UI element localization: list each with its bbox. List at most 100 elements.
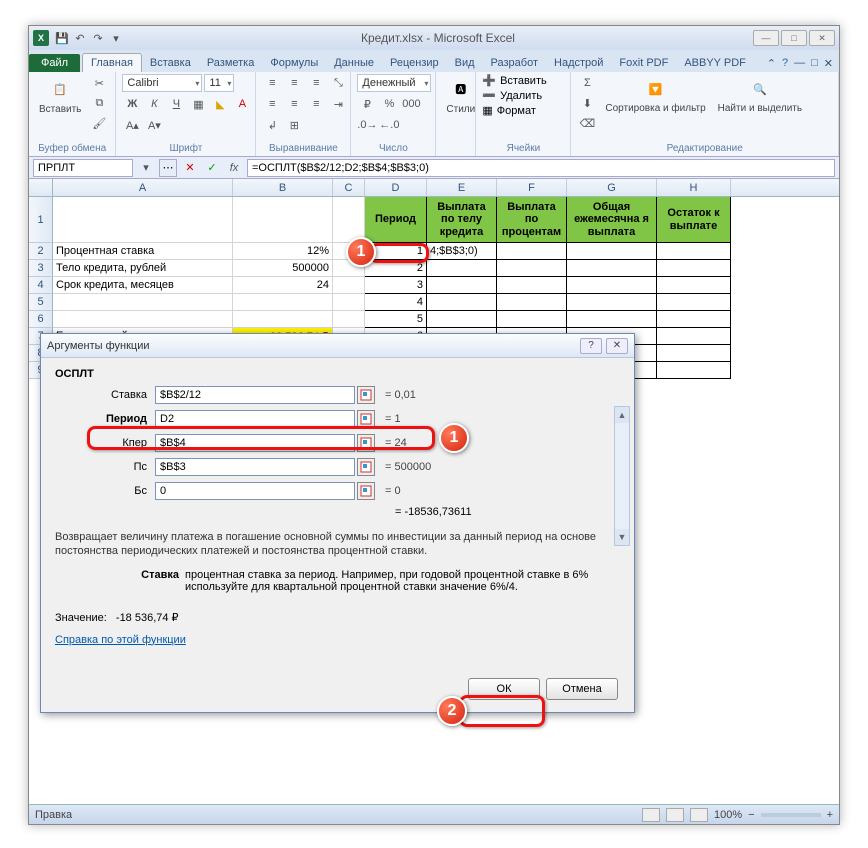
cell[interactable]: Тело кредита, рублей (53, 260, 233, 277)
sort-filter-button[interactable]: 🔽 Сортировка и фильтр (601, 74, 709, 116)
cell[interactable] (497, 311, 567, 328)
qat-undo-icon[interactable]: ↶ (71, 29, 89, 47)
cell[interactable]: 12% (233, 243, 333, 260)
close-button[interactable]: ✕ (809, 30, 835, 46)
cell[interactable] (657, 345, 731, 362)
namebox-dropdown-icon[interactable]: ▾ (137, 159, 155, 177)
underline-button[interactable]: Ч (166, 95, 186, 113)
cell[interactable] (53, 311, 233, 328)
cell[interactable] (567, 294, 657, 311)
select-all-button[interactable] (29, 179, 53, 196)
view-page-layout-icon[interactable] (666, 808, 684, 822)
arg-input-rate[interactable] (155, 386, 355, 404)
qat-dropdown-icon[interactable]: ▾ (107, 29, 125, 47)
cell[interactable]: Выплата по процентам (497, 197, 567, 243)
cells-delete-button[interactable]: ➖Удалить (482, 89, 542, 102)
col-header[interactable]: D (365, 179, 427, 196)
tab-insert[interactable]: Вставка (142, 54, 199, 72)
cell[interactable]: 24 (233, 277, 333, 294)
tab-layout[interactable]: Разметка (199, 54, 263, 72)
align-top-icon[interactable]: ≡ (262, 74, 282, 92)
format-painter-icon[interactable]: 🖌 (89, 114, 109, 132)
file-tab[interactable]: Файл (29, 54, 80, 72)
wrap-text-icon[interactable]: ↲ (262, 116, 282, 134)
font-size-select[interactable]: 11 (204, 74, 234, 92)
cell[interactable] (567, 260, 657, 277)
minimize-button[interactable]: — (753, 30, 779, 46)
tab-formulas[interactable]: Формулы (262, 54, 326, 72)
find-select-button[interactable]: 🔍 Найти и выделить (714, 74, 806, 116)
cell[interactable]: 4 (365, 294, 427, 311)
row-header[interactable]: 4 (29, 277, 53, 294)
decrease-decimal-icon[interactable]: ←.0 (379, 116, 399, 134)
fill-icon[interactable]: ⬇ (577, 94, 597, 112)
cell[interactable]: 5 (365, 311, 427, 328)
cancel-formula-icon[interactable]: ✕ (181, 159, 199, 177)
cell[interactable] (657, 328, 731, 345)
cell[interactable] (657, 294, 731, 311)
cell[interactable] (333, 294, 365, 311)
zoom-in-icon[interactable]: + (827, 809, 833, 821)
bold-button[interactable]: Ж (122, 95, 142, 113)
name-box[interactable]: ПРПЛТ (33, 159, 133, 177)
cell[interactable] (497, 260, 567, 277)
merge-icon[interactable]: ⊞ (284, 116, 304, 134)
align-right-icon[interactable]: ≡ (306, 95, 326, 113)
align-center-icon[interactable]: ≡ (284, 95, 304, 113)
cell[interactable] (233, 294, 333, 311)
copy-icon[interactable]: ⧉ (89, 94, 109, 112)
tab-abbyy[interactable]: ABBYY PDF (676, 54, 754, 72)
tab-data[interactable]: Данные (326, 54, 382, 72)
range-picker-icon[interactable] (357, 386, 375, 404)
align-left-icon[interactable]: ≡ (262, 95, 282, 113)
wbk-restore-icon[interactable]: □ (811, 57, 818, 70)
clear-icon[interactable]: ⌫ (577, 114, 597, 132)
view-normal-icon[interactable] (642, 808, 660, 822)
arg-input-fv[interactable] (155, 482, 355, 500)
scroll-up-icon[interactable]: ▲ (615, 407, 629, 423)
ribbon-minimize-icon[interactable]: ⌃ (767, 57, 776, 70)
increase-font-icon[interactable]: A▴ (122, 116, 142, 134)
cell[interactable]: Остаток к выплате (657, 197, 731, 243)
cell[interactable] (53, 294, 233, 311)
cell[interactable]: Процентная ставка (53, 243, 233, 260)
dialog-help-link[interactable]: Справка по этой функции (55, 634, 186, 646)
italic-button[interactable]: К (144, 95, 164, 113)
cell[interactable] (53, 197, 233, 243)
row-header[interactable]: 1 (29, 197, 53, 243)
cell[interactable] (427, 311, 497, 328)
cell[interactable] (567, 311, 657, 328)
col-header[interactable]: H (657, 179, 731, 196)
cell[interactable]: 4;$B$3;0) (427, 243, 497, 260)
cell[interactable] (333, 277, 365, 294)
col-header[interactable]: E (427, 179, 497, 196)
row-header[interactable]: 3 (29, 260, 53, 277)
enter-formula-icon[interactable]: ✓ (203, 159, 221, 177)
cell[interactable]: Общая ежемесячна я выплата (567, 197, 657, 243)
tab-addins[interactable]: Надстрой (546, 54, 611, 72)
wbk-close-icon[interactable]: ✕ (824, 57, 833, 70)
row-header[interactable]: 5 (29, 294, 53, 311)
font-color-button[interactable]: A (232, 95, 252, 113)
cell[interactable] (233, 311, 333, 328)
styles-button[interactable]: 🅰 Стили (442, 74, 479, 117)
currency-icon[interactable]: ₽ (357, 95, 377, 113)
col-header[interactable]: B (233, 179, 333, 196)
zoom-out-icon[interactable]: − (748, 809, 754, 821)
col-header[interactable]: F (497, 179, 567, 196)
scroll-down-icon[interactable]: ▼ (615, 529, 629, 545)
autosum-icon[interactable]: Σ (577, 74, 597, 92)
dialog-close-icon[interactable]: ✕ (606, 338, 628, 354)
tab-foxit[interactable]: Foxit PDF (611, 54, 676, 72)
tab-view[interactable]: Вид (447, 54, 483, 72)
help-icon[interactable]: ? (782, 57, 788, 70)
cell[interactable] (657, 362, 731, 379)
dialog-cancel-button[interactable]: Отмена (546, 678, 618, 700)
cell[interactable] (233, 197, 333, 243)
cell[interactable] (657, 260, 731, 277)
cell[interactable] (497, 277, 567, 294)
fx-icon[interactable]: fx (225, 159, 243, 177)
formula-bar-input[interactable]: =ОСПЛТ($B$2/12;D2;$B$4;$B$3;0) (247, 159, 835, 177)
cells-insert-button[interactable]: ➕Вставить (482, 74, 546, 87)
cell[interactable] (567, 243, 657, 260)
